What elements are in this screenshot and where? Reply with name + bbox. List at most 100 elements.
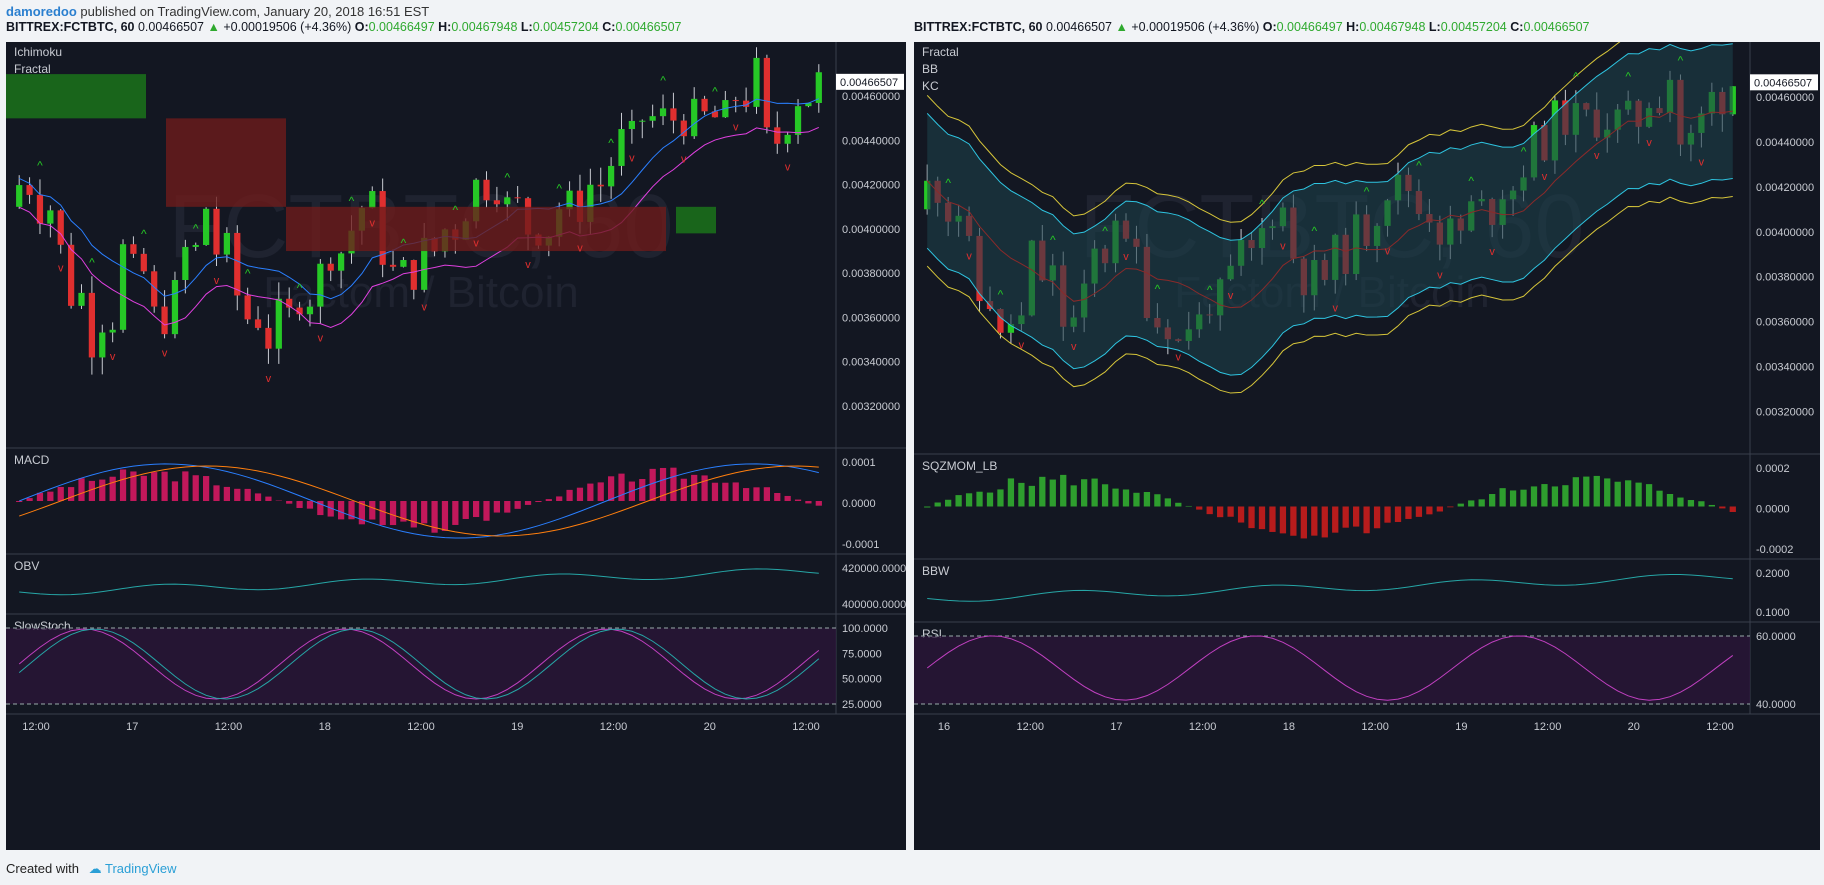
histogram-bar bbox=[965, 493, 973, 507]
price-tick-label: 0.00340000 bbox=[842, 357, 900, 369]
histogram-bar bbox=[934, 502, 941, 507]
up-arrow-icon: ▲ bbox=[207, 20, 220, 34]
histogram-bar bbox=[1677, 497, 1684, 507]
fractal-down-icon: v bbox=[525, 259, 531, 271]
price-tick-label: 0.00400000 bbox=[1756, 227, 1814, 239]
time-tick-label: 12:00 bbox=[22, 721, 50, 733]
histogram-bar bbox=[1122, 489, 1130, 507]
candle-body bbox=[400, 260, 407, 267]
close-value: 0.00466507 bbox=[1523, 20, 1590, 34]
histogram-bar bbox=[1248, 506, 1255, 529]
right-chart-svg[interactable]: FCTBTC, 60Factom / Bitcoin0.004600000.00… bbox=[914, 42, 1820, 850]
histogram-bar bbox=[213, 485, 220, 501]
candle-body bbox=[213, 208, 220, 255]
histogram-bar bbox=[1468, 500, 1475, 507]
publish-text: published on TradingView.com, January 20… bbox=[80, 4, 430, 19]
author-name[interactable]: damoredoo bbox=[6, 4, 77, 19]
histogram-bar bbox=[473, 501, 480, 518]
main-indicator-label: Ichimoku bbox=[14, 45, 62, 59]
histogram-bar bbox=[566, 489, 573, 501]
candle-body bbox=[618, 129, 625, 166]
pane-tick-label: 420000.0000 bbox=[842, 563, 906, 575]
fractal-down-icon: v bbox=[1123, 251, 1129, 263]
fractal-up-icon: ^ bbox=[1155, 282, 1161, 296]
time-tick-label: 12:00 bbox=[1016, 721, 1044, 733]
histogram-bar bbox=[639, 479, 646, 501]
fractal-down-icon: v bbox=[1280, 240, 1286, 252]
open-value: 0.00466497 bbox=[368, 20, 435, 34]
histogram-bar bbox=[1353, 506, 1360, 527]
histogram-bar bbox=[1133, 492, 1140, 507]
fractal-down-icon: v bbox=[1542, 171, 1548, 183]
histogram-bar bbox=[1279, 506, 1287, 534]
volume-line bbox=[927, 573, 1733, 602]
ichimoku-cloud-bull bbox=[676, 206, 716, 234]
fractal-up-icon: ^ bbox=[349, 194, 355, 208]
time-tick-label: 12:00 bbox=[407, 721, 435, 733]
histogram-bar bbox=[753, 487, 760, 501]
histogram-bar bbox=[535, 501, 542, 503]
fractal-down-icon: v bbox=[1594, 150, 1600, 162]
histogram-bar bbox=[1457, 503, 1464, 507]
histogram-bar bbox=[1028, 485, 1035, 507]
pane-tick-label: 0.0001 bbox=[842, 457, 876, 469]
low-value: 0.00457204 bbox=[1440, 20, 1507, 34]
histogram-bar bbox=[1081, 479, 1088, 507]
candle-body bbox=[109, 329, 116, 333]
histogram-bar bbox=[1217, 506, 1224, 518]
candle-body bbox=[608, 165, 615, 187]
candle-body bbox=[140, 253, 147, 272]
histogram-bar bbox=[1154, 494, 1161, 507]
histogram-bar bbox=[1112, 488, 1119, 507]
histogram-bar bbox=[1373, 506, 1381, 529]
histogram-bar bbox=[1185, 505, 1192, 507]
candle-body bbox=[99, 332, 106, 358]
fractal-down-icon: v bbox=[1228, 290, 1234, 302]
fractal-down-icon: v bbox=[1385, 246, 1391, 258]
candle-body bbox=[171, 280, 179, 335]
histogram-bar bbox=[1196, 506, 1203, 510]
tradingview-logo-icon: ☁ bbox=[88, 861, 102, 876]
symbol-label: BITTREX:FCTBTC, 60 bbox=[914, 20, 1043, 34]
candle-body bbox=[57, 210, 64, 245]
time-tick-label: 20 bbox=[704, 721, 716, 733]
pane-tick-label: 40.0000 bbox=[1756, 699, 1796, 711]
histogram-bar bbox=[1018, 482, 1025, 507]
open-label: O: bbox=[354, 20, 369, 34]
histogram-bar bbox=[1175, 502, 1182, 507]
candle-body bbox=[763, 57, 770, 128]
histogram-bar bbox=[1614, 481, 1621, 507]
right-chart-panel[interactable]: FCTBTC, 60Factom / Bitcoin0.004600000.00… bbox=[914, 42, 1820, 850]
histogram-bar bbox=[1436, 506, 1443, 512]
left-chart-panel[interactable]: FCTBTC, 60Factom / Bitcoin0.004600000.00… bbox=[6, 42, 906, 850]
histogram-bar bbox=[1426, 506, 1433, 515]
histogram-bar bbox=[670, 467, 677, 501]
histogram-bar bbox=[1645, 484, 1653, 507]
histogram-bar bbox=[1593, 475, 1600, 507]
candle-body bbox=[36, 194, 44, 224]
low-label: L: bbox=[1428, 20, 1441, 34]
fractal-up-icon: ^ bbox=[712, 85, 718, 99]
histogram-bar bbox=[171, 481, 179, 501]
candle-body bbox=[514, 197, 521, 199]
histogram-bar bbox=[26, 498, 33, 501]
fractal-down-icon: v bbox=[214, 275, 220, 287]
histogram-bar bbox=[763, 487, 770, 501]
change-label: +0.00019506 (+4.36%) bbox=[223, 20, 352, 34]
histogram-bar bbox=[618, 473, 625, 501]
candle-body bbox=[389, 264, 397, 267]
histogram-bar bbox=[483, 501, 490, 521]
histogram-bar bbox=[1394, 506, 1402, 522]
fractal-down-icon: v bbox=[1332, 303, 1338, 315]
fractal-up-icon: ^ bbox=[1102, 224, 1108, 238]
tradingview-link[interactable]: TradingView bbox=[105, 861, 177, 876]
fractal-up-icon: ^ bbox=[141, 227, 147, 241]
fractal-down-icon: v bbox=[110, 351, 116, 363]
histogram-bar bbox=[680, 478, 687, 501]
histogram-bar bbox=[234, 488, 241, 501]
histogram-bar bbox=[1666, 494, 1674, 507]
histogram-bar bbox=[1342, 506, 1349, 528]
histogram-bar bbox=[1091, 478, 1098, 507]
left-chart-svg[interactable]: FCTBTC, 60Factom / Bitcoin0.004600000.00… bbox=[6, 42, 906, 850]
histogram-bar bbox=[1415, 506, 1423, 517]
